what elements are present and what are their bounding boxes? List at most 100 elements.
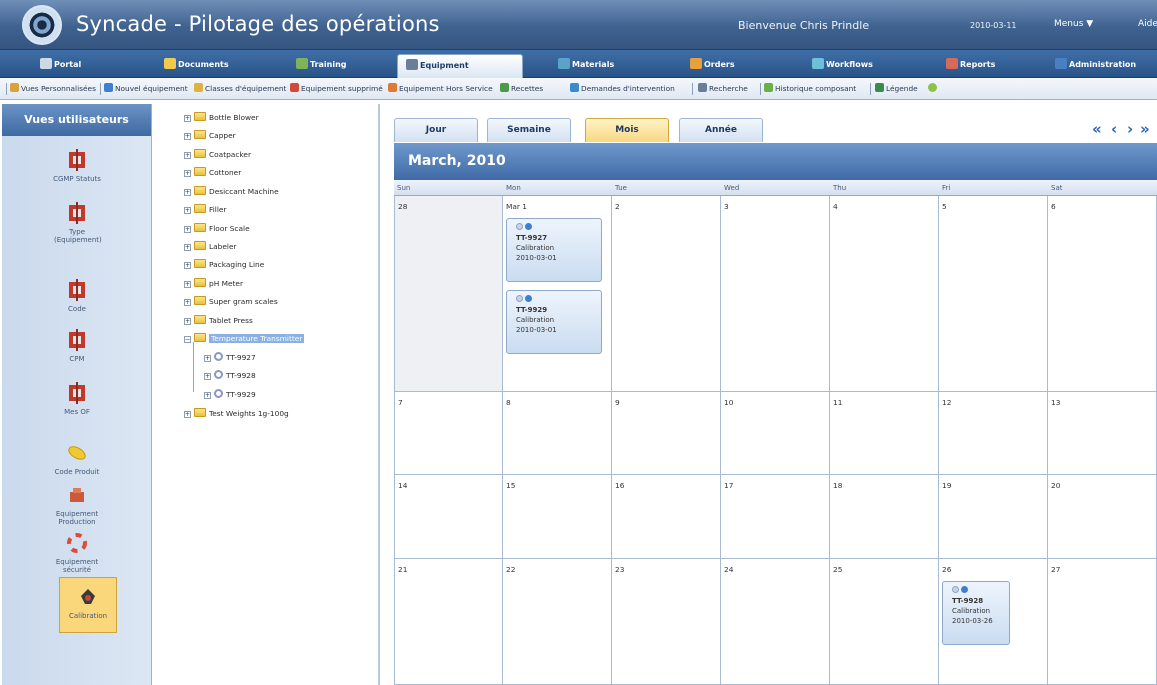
day-cell[interactable]: 3	[721, 196, 830, 392]
view-calibration[interactable]: Calibration	[59, 577, 117, 633]
expand-icon[interactable]: +	[184, 299, 191, 306]
day-cell[interactable]: 27	[1048, 559, 1157, 685]
nav-tab-reports[interactable]: Reports	[946, 55, 995, 75]
tree-item[interactable]: + TT-9927	[204, 350, 256, 366]
expand-icon[interactable]: +	[184, 262, 191, 269]
expand-icon[interactable]: +	[184, 170, 191, 177]
nav-tab-workflows[interactable]: Workflows	[812, 55, 873, 75]
search-button[interactable]: Recherche	[698, 83, 748, 93]
tree-item[interactable]: + Bottle Blower	[184, 110, 259, 126]
intervention-requests-button[interactable]: Demandes d'intervention	[570, 83, 675, 93]
tree-item[interactable]: + TT-9928	[204, 368, 256, 384]
tree-item[interactable]: + Coatpacker	[184, 147, 251, 163]
tab-year[interactable]: Année	[679, 118, 763, 142]
day-cell[interactable]: 22	[503, 559, 612, 685]
day-cell[interactable]: 20	[1048, 475, 1157, 559]
day-cell[interactable]: 6	[1048, 196, 1157, 392]
day-cell[interactable]: 9	[612, 392, 721, 475]
tab-week[interactable]: Semaine	[487, 118, 571, 142]
nav-tab-administration[interactable]: Administration	[1055, 55, 1136, 75]
day-cell[interactable]: 16	[612, 475, 721, 559]
day-cell[interactable]: 14	[394, 475, 503, 559]
day-cell[interactable]: 2	[612, 196, 721, 392]
tab-day[interactable]: Jour	[394, 118, 478, 142]
nav-tab-materials[interactable]: Materials	[558, 55, 614, 75]
day-cell[interactable]: 11	[830, 392, 939, 475]
first-page-icon[interactable]: «	[1092, 120, 1102, 138]
custom-views-button[interactable]: Vues Personnalisées	[10, 83, 96, 93]
equipment-classes-button[interactable]: Classes d'équipement	[194, 83, 286, 93]
day-cell[interactable]: 8	[503, 392, 612, 475]
expand-icon[interactable]: +	[184, 115, 191, 122]
day-cell[interactable]: 4	[830, 196, 939, 392]
day-cell[interactable]: 7	[394, 392, 503, 475]
tree-item[interactable]: + Capper	[184, 128, 236, 144]
view-my-orders[interactable]: Mes OF	[2, 382, 152, 416]
tree-item[interactable]: + Floor Scale	[184, 221, 250, 237]
nav-tab-equipment[interactable]: Equipment	[397, 54, 523, 78]
expand-icon[interactable]: +	[184, 226, 191, 233]
day-cell[interactable]: 15	[503, 475, 612, 559]
tree-item[interactable]: + pH Meter	[184, 276, 243, 292]
view-cgmp-status[interactable]: CGMP Statuts	[2, 149, 152, 183]
day-cell[interactable]: 28	[394, 196, 503, 392]
last-page-icon[interactable]: »	[1140, 120, 1150, 138]
nav-tab-orders[interactable]: Orders	[690, 55, 735, 75]
out-of-service-button[interactable]: Equipement Hors Service	[388, 83, 493, 93]
new-equipment-button[interactable]: Nouvel équipement	[104, 83, 188, 93]
day-cell[interactable]: 13	[1048, 392, 1157, 475]
legend-button[interactable]: Légende	[875, 83, 918, 93]
calendar-event[interactable]: TT-9927 Calibration 2010-03-01	[506, 218, 602, 282]
expand-icon[interactable]: +	[184, 244, 191, 251]
view-production-equipment[interactable]: Equipement Production	[2, 484, 152, 526]
expand-icon[interactable]: +	[204, 355, 211, 362]
day-cell[interactable]: 23	[612, 559, 721, 685]
deleted-equipment-button[interactable]: Equipement supprimé	[290, 83, 383, 93]
day-cell[interactable]: 12	[939, 392, 1048, 475]
collapse-icon[interactable]: −	[184, 336, 191, 343]
component-history-button[interactable]: Historique composant	[764, 83, 856, 93]
tree-item[interactable]: + Filler	[184, 202, 226, 218]
view-code[interactable]: Code	[2, 279, 152, 313]
tree-item[interactable]: + Test Weights 1g-100g	[184, 406, 289, 422]
tab-month[interactable]: Mois	[585, 118, 669, 142]
day-cell[interactable]: 10	[721, 392, 830, 475]
day-cell[interactable]: 19	[939, 475, 1048, 559]
tree-item-temperature-transmitter[interactable]: − Temperature Transmitter	[184, 331, 305, 347]
expand-icon[interactable]: +	[204, 373, 211, 380]
expand-icon[interactable]: +	[184, 207, 191, 214]
calendar-event[interactable]: TT-9928 Calibration 2010-03-26	[942, 581, 1010, 645]
nav-tab-documents[interactable]: Documents	[164, 55, 229, 75]
expand-icon[interactable]: +	[184, 133, 191, 140]
tree-item[interactable]: + Labeler	[184, 239, 237, 255]
previous-icon[interactable]: ‹	[1111, 120, 1117, 138]
day-cell[interactable]: 24	[721, 559, 830, 685]
refresh-button[interactable]	[928, 83, 939, 93]
day-cell[interactable]: 18	[830, 475, 939, 559]
calendar-event[interactable]: TT-9929 Calibration 2010-03-01	[506, 290, 602, 354]
expand-icon[interactable]: +	[184, 189, 191, 196]
tree-item[interactable]: + Desiccant Machine	[184, 184, 279, 200]
day-cell[interactable]: 26 TT-9928 Calibration 2010-03-26	[939, 559, 1048, 685]
nav-tab-training[interactable]: Training	[296, 55, 347, 75]
tree-item[interactable]: + Packaging Line	[184, 257, 264, 273]
day-cell[interactable]: 5	[939, 196, 1048, 392]
tree-item[interactable]: + Tablet Press	[184, 313, 253, 329]
expand-icon[interactable]: +	[184, 281, 191, 288]
expand-icon[interactable]: +	[204, 392, 211, 399]
expand-icon[interactable]: +	[184, 318, 191, 325]
tree-item[interactable]: + Super gram scales	[184, 294, 278, 310]
view-cpm[interactable]: CPM	[2, 329, 152, 363]
next-icon[interactable]: ›	[1127, 120, 1133, 138]
nav-tab-portal[interactable]: Portal	[40, 55, 81, 75]
help-link[interactable]: Aide	[1138, 19, 1157, 29]
day-cell[interactable]: 21	[394, 559, 503, 685]
tree-item[interactable]: + TT-9929	[204, 387, 256, 403]
view-product-code[interactable]: Code Produit	[2, 442, 152, 476]
day-cell[interactable]: 17	[721, 475, 830, 559]
menus-dropdown[interactable]: Menus ▼	[1054, 19, 1093, 29]
day-cell[interactable]: 25	[830, 559, 939, 685]
view-equipment-type[interactable]: Type (Equipement)	[2, 202, 152, 244]
expand-icon[interactable]: +	[184, 411, 191, 418]
view-safety-equipment[interactable]: Equipement sécurité	[2, 532, 152, 574]
